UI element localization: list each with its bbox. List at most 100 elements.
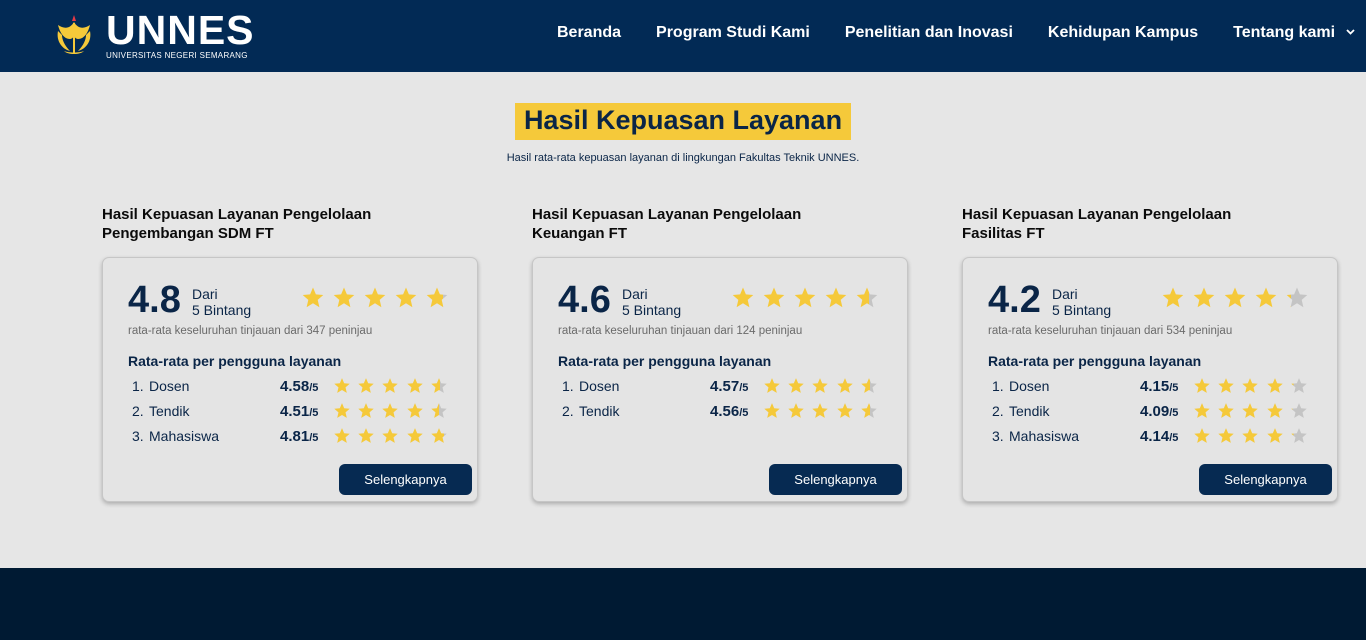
row-score-value: 4.81 <box>280 428 310 445</box>
per-user-heading: Rata-rata per pengguna layanan <box>988 353 1202 369</box>
row-score-value: 4.58 <box>280 378 310 395</box>
page-footer <box>0 568 1366 640</box>
card-title: Hasil Kepuasan Layanan Pengelolaan Fasil… <box>962 206 1232 242</box>
star-icon <box>788 403 804 418</box>
star-icon <box>334 403 350 418</box>
list-item: 2. Tendik 4.56/5 <box>562 401 882 426</box>
score-scale-line1: Dari <box>1052 286 1078 302</box>
score-scale-line2: 5 Bintang <box>192 302 252 318</box>
row-score-value: 4.15 <box>1140 378 1170 395</box>
per-user-list: 1. Dosen 4.58/5 2. Tendik 4.51/5 3. Maha… <box>132 376 452 451</box>
star-icon <box>1266 378 1283 393</box>
row-number: 1. <box>132 378 144 394</box>
list-item: 2. Tendik 4.09/5 <box>992 401 1312 426</box>
score-scale-line2: 5 Bintang <box>1052 302 1112 318</box>
star-icon <box>358 403 374 418</box>
star-icon <box>1291 378 1307 393</box>
star-icon <box>732 287 754 308</box>
star-icon <box>1218 378 1234 393</box>
nav-item-kehidupan-kampus[interactable]: Kehidupan Kampus <box>1048 24 1198 42</box>
star-icon <box>856 287 878 308</box>
star-icon <box>1224 287 1246 308</box>
row-score: 4.58/5 <box>280 378 318 395</box>
star-icon <box>861 403 877 418</box>
star-icon <box>431 428 447 443</box>
star-icon <box>1266 428 1283 443</box>
row-label: Mahasiswa <box>149 428 220 444</box>
survey-card: 4.8 Dari 5 Bintang rata-rata keseluruhan… <box>102 257 478 502</box>
selengkapnya-button[interactable]: Selengkapnya <box>1199 464 1332 495</box>
row-number: 3. <box>132 428 144 444</box>
page-title: Hasil Kepuasan Layanan <box>514 103 852 140</box>
row-star-rating <box>763 402 884 420</box>
row-score: 4.57/5 <box>710 378 748 395</box>
star-icon <box>1242 378 1259 393</box>
row-score-suffix: /5 <box>309 382 319 394</box>
star-icon <box>431 378 447 393</box>
row-score: 4.51/5 <box>280 403 318 420</box>
row-label: Dosen <box>1009 378 1050 394</box>
overall-score: 4.6 <box>558 279 611 321</box>
selengkapnya-button[interactable]: Selengkapnya <box>769 464 902 495</box>
row-score: 4.56/5 <box>710 403 748 420</box>
list-item: 1. Dosen 4.15/5 <box>992 376 1312 401</box>
nav-item-program-studi[interactable]: Program Studi Kami <box>656 24 810 42</box>
row-number: 1. <box>992 378 1004 394</box>
review-count-text: rata-rata keseluruhan tinjauan dari 347 … <box>128 325 373 337</box>
row-label: Tendik <box>579 403 620 419</box>
star-icon <box>1291 403 1307 418</box>
card-title: Hasil Kepuasan Layanan Pengelolaan Penge… <box>102 206 372 242</box>
star-icon <box>1218 428 1234 443</box>
score-scale: Dari 5 Bintang <box>1052 286 1111 318</box>
brand-subtitle: UNIVERSITAS NEGERI SEMARANG <box>106 50 248 60</box>
per-user-list: 1. Dosen 4.15/5 2. Tendik 4.09/5 3. Maha… <box>992 376 1312 451</box>
section-heading: Hasil Kepuasan Layanan <box>0 103 1366 140</box>
nav-item-penelitian[interactable]: Penelitian dan Inovasi <box>845 24 1013 42</box>
row-score-suffix: /5 <box>1169 432 1179 444</box>
row-number: 3. <box>992 428 1004 444</box>
row-score: 4.09/5 <box>1140 403 1178 420</box>
survey-column-fasilitas: Hasil Kepuasan Layanan Pengelolaan Fasil… <box>962 205 1338 502</box>
star-icon <box>1291 428 1307 443</box>
survey-column-keuangan: Hasil Kepuasan Layanan Pengelolaan Keuan… <box>532 205 908 502</box>
nav-item-beranda[interactable]: Beranda <box>557 24 621 42</box>
row-star-rating <box>1193 402 1314 420</box>
chevron-down-icon <box>1345 29 1355 35</box>
star-icon <box>1286 287 1308 308</box>
star-icon <box>764 378 780 393</box>
overall-score: 4.2 <box>988 279 1041 321</box>
star-icon <box>1266 403 1283 418</box>
selengkapnya-button[interactable]: Selengkapnya <box>339 464 472 495</box>
overall-star-rating <box>1161 286 1316 310</box>
nav-item-tentang-kami[interactable]: Tentang kami <box>1233 24 1355 42</box>
review-count-text: rata-rata keseluruhan tinjauan dari 124 … <box>558 325 803 337</box>
star-icon <box>382 378 399 393</box>
unnes-logo[interactable]: UNNES UNIVERSITAS NEGERI SEMARANG <box>50 9 255 60</box>
star-icon <box>431 403 447 418</box>
star-icon <box>334 428 350 443</box>
star-icon <box>1242 428 1259 443</box>
star-icon <box>406 428 423 443</box>
nav-item-tentang-kami-label: Tentang kami <box>1233 24 1336 41</box>
row-score-suffix: /5 <box>739 382 749 394</box>
star-icon <box>302 287 324 308</box>
star-icon <box>812 403 829 418</box>
row-score: 4.14/5 <box>1140 428 1178 445</box>
star-icon <box>395 287 417 308</box>
row-score-suffix: /5 <box>739 407 749 419</box>
page-subtitle: Hasil rata-rata kepuasan layanan di ling… <box>506 152 860 164</box>
star-icon <box>794 287 816 308</box>
row-star-rating <box>763 377 884 395</box>
star-icon <box>836 378 853 393</box>
row-star-rating <box>333 402 454 420</box>
star-icon <box>763 287 785 308</box>
top-navbar: UNNES UNIVERSITAS NEGERI SEMARANG Berand… <box>0 0 1366 72</box>
list-item: 2. Tendik 4.51/5 <box>132 401 452 426</box>
score-scale-line1: Dari <box>192 286 218 302</box>
row-star-rating <box>1193 377 1314 395</box>
row-number: 2. <box>992 403 1004 419</box>
row-label: Mahasiswa <box>1009 428 1080 444</box>
list-item: 3. Mahasiswa 4.81/5 <box>132 426 452 451</box>
score-scale-line2: 5 Bintang <box>622 302 682 318</box>
star-icon <box>1194 403 1210 418</box>
